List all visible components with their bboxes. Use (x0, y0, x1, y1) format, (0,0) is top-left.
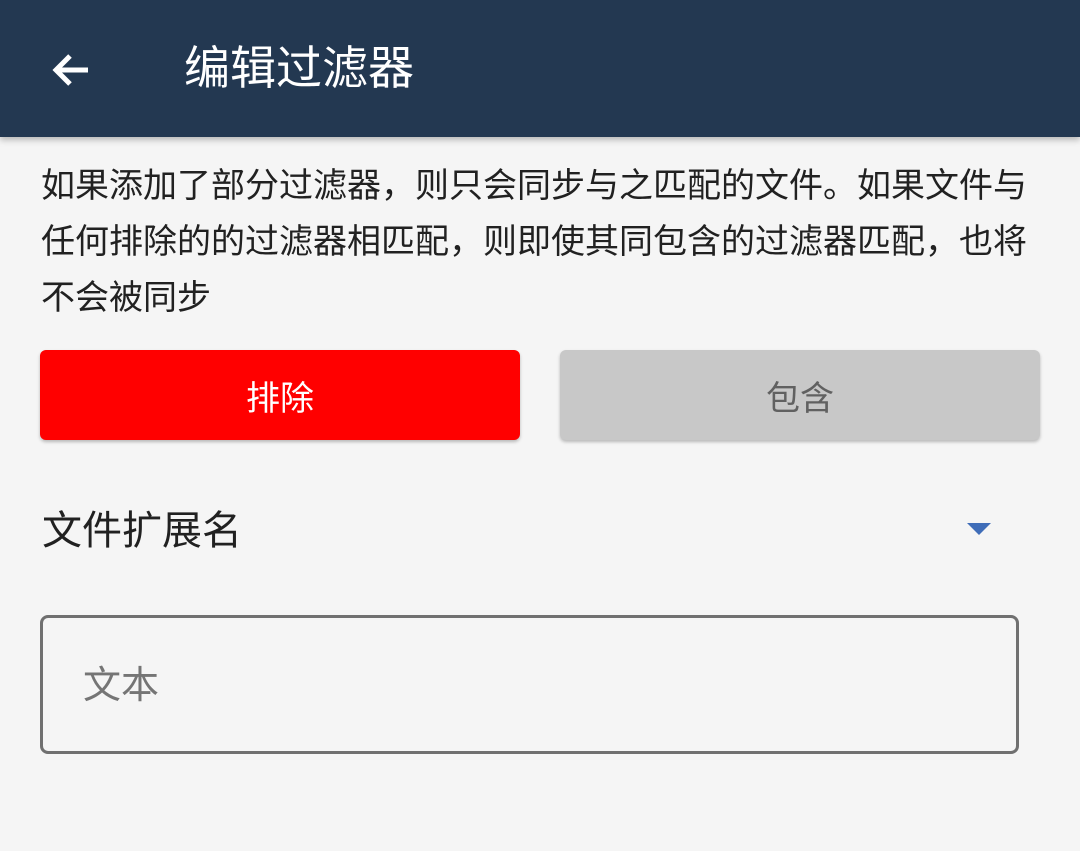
include-button[interactable]: 包含 (560, 350, 1040, 440)
filter-type-selected: 文件扩展名 (42, 508, 242, 554)
exclude-button[interactable]: 排除 (40, 350, 520, 440)
filter-type-dropdown[interactable]: 文件扩展名 (40, 495, 1000, 567)
app-bar: 编辑过滤器 (0, 0, 1080, 137)
filter-text-input[interactable] (40, 615, 1019, 754)
page-title: 编辑过滤器 (184, 41, 414, 95)
filter-description: 如果添加了部分过滤器，则只会同步与之匹配的文件。如果文件与任何排除的的过滤器相匹… (41, 166, 1027, 318)
triangle-down-icon (967, 523, 991, 535)
back-button[interactable] (30, 28, 114, 112)
arrow-left-icon (52, 54, 88, 86)
